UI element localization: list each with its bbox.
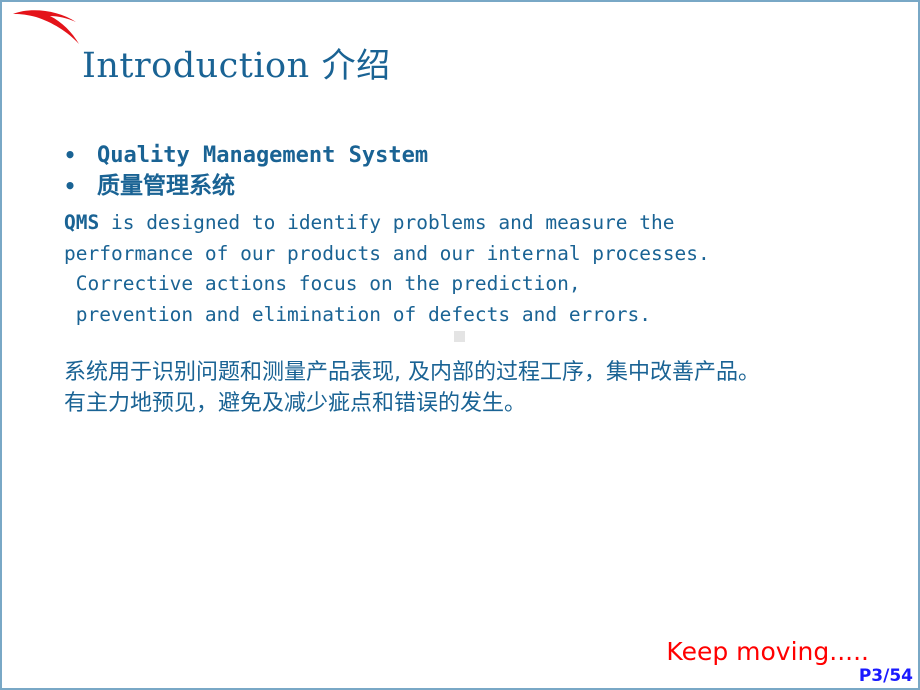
bullet-point-icon: • <box>64 143 77 167</box>
footer-tagline: Keep moving..... <box>666 637 869 666</box>
bullet-item-quality-management-system-chinese: • 质量管理系统 <box>64 171 894 201</box>
slide-body: • Quality Management System • 质量管理系统 QMS… <box>64 140 894 419</box>
page-title-english: Introduction <box>82 46 310 86</box>
bullet-point-icon: • <box>64 174 77 198</box>
page-title: Introduction 介绍 <box>82 44 391 88</box>
bullet-label: Quality Management System <box>97 143 429 168</box>
slide-canvas: Introduction 介绍 • Quality Management Syst… <box>0 0 920 690</box>
bullet-item-quality-management-system: • Quality Management System <box>64 140 894 171</box>
paragraph-english: QMS is designed to identify problems and… <box>64 208 894 330</box>
paragraph-lead-qms: QMS <box>64 211 100 234</box>
page-number-badge: P3/54 <box>858 666 913 686</box>
page-title-chinese: 介绍 <box>321 46 391 86</box>
paragraph-english-body: is designed to identify problems and mea… <box>64 211 710 326</box>
bullet-label: 质量管理系统 <box>97 173 235 199</box>
paragraph-chinese: 系统用于识别问题和测量产品表现, 及内部的过程工序，集中改善产品。 有主力地预见… <box>64 360 760 416</box>
stray-gray-square-artifact <box>454 331 465 342</box>
